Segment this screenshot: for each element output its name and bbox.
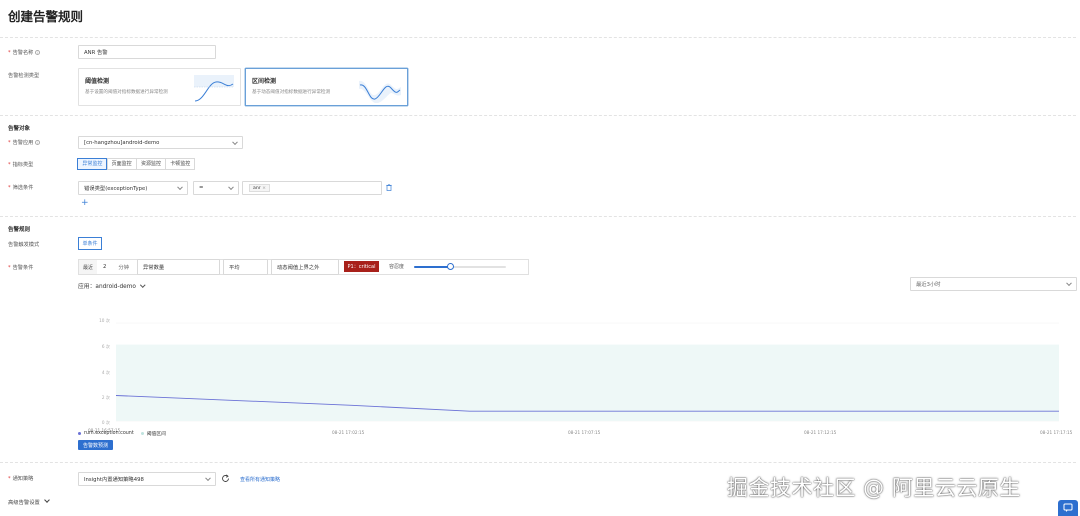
page-title: 创建告警规则 xyxy=(8,9,84,24)
tolerance-label: 容忍度 xyxy=(389,264,405,270)
filter-value-input[interactable]: anr × xyxy=(242,181,382,195)
close-icon[interactable]: × xyxy=(262,186,266,191)
notify-policy-select[interactable]: Insight内置通知策略498 xyxy=(78,472,216,486)
chevron-down-icon xyxy=(205,475,211,482)
advanced-settings-toggle[interactable]: 高级告警设置 xyxy=(8,497,51,506)
detection-type-label: 告警检测类型 xyxy=(8,73,40,79)
advanced-settings-label: 高级告警设置 xyxy=(8,500,40,506)
chart-app-name: android-demo xyxy=(95,284,136,290)
chevron-down-icon xyxy=(140,281,146,287)
app-select-value: [cn-hangzhou]android-demo xyxy=(84,139,160,146)
card-title: 区间检测 xyxy=(252,78,277,85)
info-icon: i xyxy=(35,140,41,145)
comparison-select[interactable]: 动态阈值上界之外 xyxy=(271,259,339,275)
card-title: 阈值检测 xyxy=(85,78,110,85)
filter-operator-value: = xyxy=(199,185,204,191)
divider xyxy=(0,462,1076,463)
chevron-down-icon xyxy=(1066,280,1072,287)
recent-label: 最近 xyxy=(79,260,97,274)
alert-chart xyxy=(116,322,1059,422)
y-tick: 10 次 xyxy=(99,318,110,323)
add-filter-icon[interactable]: + xyxy=(81,198,89,208)
divider xyxy=(0,115,1076,116)
alert-name-input[interactable]: ANR 告警 xyxy=(78,45,216,59)
aggregation-select[interactable]: 平均 xyxy=(223,259,268,275)
threshold-detection-card[interactable]: 阈值检测 基于设置的阈值对指标数据进行异常检测 xyxy=(78,68,241,106)
y-tick: 4 次 xyxy=(101,370,110,375)
info-icon: i xyxy=(35,50,41,55)
help-float-button[interactable] xyxy=(1058,500,1078,516)
chart-app-prefix: 应用： xyxy=(78,284,96,290)
x-tick: 08-21 17:02:15 xyxy=(332,430,365,435)
severity-tag[interactable]: P1：critical xyxy=(344,261,379,272)
app-select[interactable]: [cn-hangzhou]android-demo xyxy=(78,136,243,149)
y-tick: 6 次 xyxy=(101,344,110,349)
range-detection-card[interactable]: 区间检测 基于动态阈值对指标数据进行异常检测 xyxy=(245,68,408,106)
chevron-down-icon xyxy=(232,138,238,145)
time-range-value: 最近3小时 xyxy=(916,282,941,288)
filter-field-value: 错误类型(exceptionType) xyxy=(84,186,148,192)
legend-band-name: 阈值区间 xyxy=(146,432,166,437)
metric-type-label: * 指标类型 xyxy=(8,162,34,168)
recent-minutes-value: 2 xyxy=(103,264,107,270)
condition-label: * 告警条件 xyxy=(8,265,34,271)
x-tick: 08-21 17:12:15 xyxy=(804,430,837,435)
single-condition-button[interactable]: 单条件 xyxy=(78,237,102,250)
legend-series-name: rum.exception.count xyxy=(84,431,134,436)
filter-operator-select[interactable]: = xyxy=(193,181,239,195)
trash-icon[interactable] xyxy=(386,184,392,191)
threshold-band xyxy=(116,344,1059,421)
watermark: 掘金技术社区 @ 阿里云云原生 xyxy=(727,476,1021,500)
chart-legend: rum.exception.count 阈值区间 xyxy=(78,430,166,437)
card-desc: 基于设置的阈值对指标数据进行异常检测 xyxy=(85,90,168,95)
filter-label: * 筛选条件 xyxy=(8,185,34,191)
chat-icon xyxy=(1063,503,1073,512)
section-title-rule: 告警规则 xyxy=(8,227,31,233)
view-all-policies-link[interactable]: 查看所有通知策略 xyxy=(240,476,280,483)
filter-value-tag: anr × xyxy=(249,184,270,192)
card-desc: 基于动态阈值对指标数据进行异常检测 xyxy=(252,90,331,95)
time-range-select[interactable]: 最近3小时 xyxy=(910,277,1077,291)
tolerance-slider-fill xyxy=(414,266,451,268)
tab-resource[interactable]: 资源监控 xyxy=(135,158,166,170)
unit-label: 分钟 xyxy=(118,265,129,271)
notify-label: * 通知策略 xyxy=(8,476,34,482)
legend-marker xyxy=(140,432,144,435)
tab-lag[interactable]: 卡顿监控 xyxy=(165,158,196,170)
refresh-icon[interactable] xyxy=(221,474,230,483)
divider xyxy=(0,37,1076,38)
tolerance-slider-track[interactable] xyxy=(414,263,506,270)
recent-minutes-input[interactable]: 2 分钟 xyxy=(98,260,134,274)
chart-app-selector[interactable]: 应用：android-demo xyxy=(78,281,146,290)
chevron-down-icon xyxy=(228,184,234,191)
range-curve-icon xyxy=(359,80,401,103)
legend-marker xyxy=(78,432,81,435)
x-tick: 08-21 17:07:15 xyxy=(568,430,601,435)
trigger-mode-label: 告警触发模式 xyxy=(8,242,40,248)
filter-field-select[interactable]: 错误类型(exceptionType) xyxy=(78,181,188,195)
metric-type-tabs: 异常监控 页面监控 资源监控 卡顿监控 xyxy=(77,158,196,170)
chevron-down-icon xyxy=(177,184,183,191)
divider xyxy=(0,216,1076,217)
y-tick: 0 次 xyxy=(101,420,110,425)
tab-page[interactable]: 页面监控 xyxy=(106,158,137,170)
chevron-down-icon xyxy=(44,497,51,503)
app-label: * 告警应用 i xyxy=(8,139,41,146)
tab-exception[interactable]: 异常监控 xyxy=(77,158,108,170)
alert-name-label: * 告警名称 i xyxy=(8,49,41,56)
y-tick: 2 次 xyxy=(101,395,110,400)
section-title-target: 告警对象 xyxy=(8,126,31,132)
alert-preview-button[interactable]: 告警数预测 xyxy=(78,440,113,450)
notify-policy-value: Insight内置通知策略498 xyxy=(84,477,144,483)
x-tick: 08-21 17:17:15 xyxy=(1040,430,1073,435)
threshold-curve-icon xyxy=(194,75,234,102)
metric-select[interactable]: 异常数量 xyxy=(137,259,220,275)
